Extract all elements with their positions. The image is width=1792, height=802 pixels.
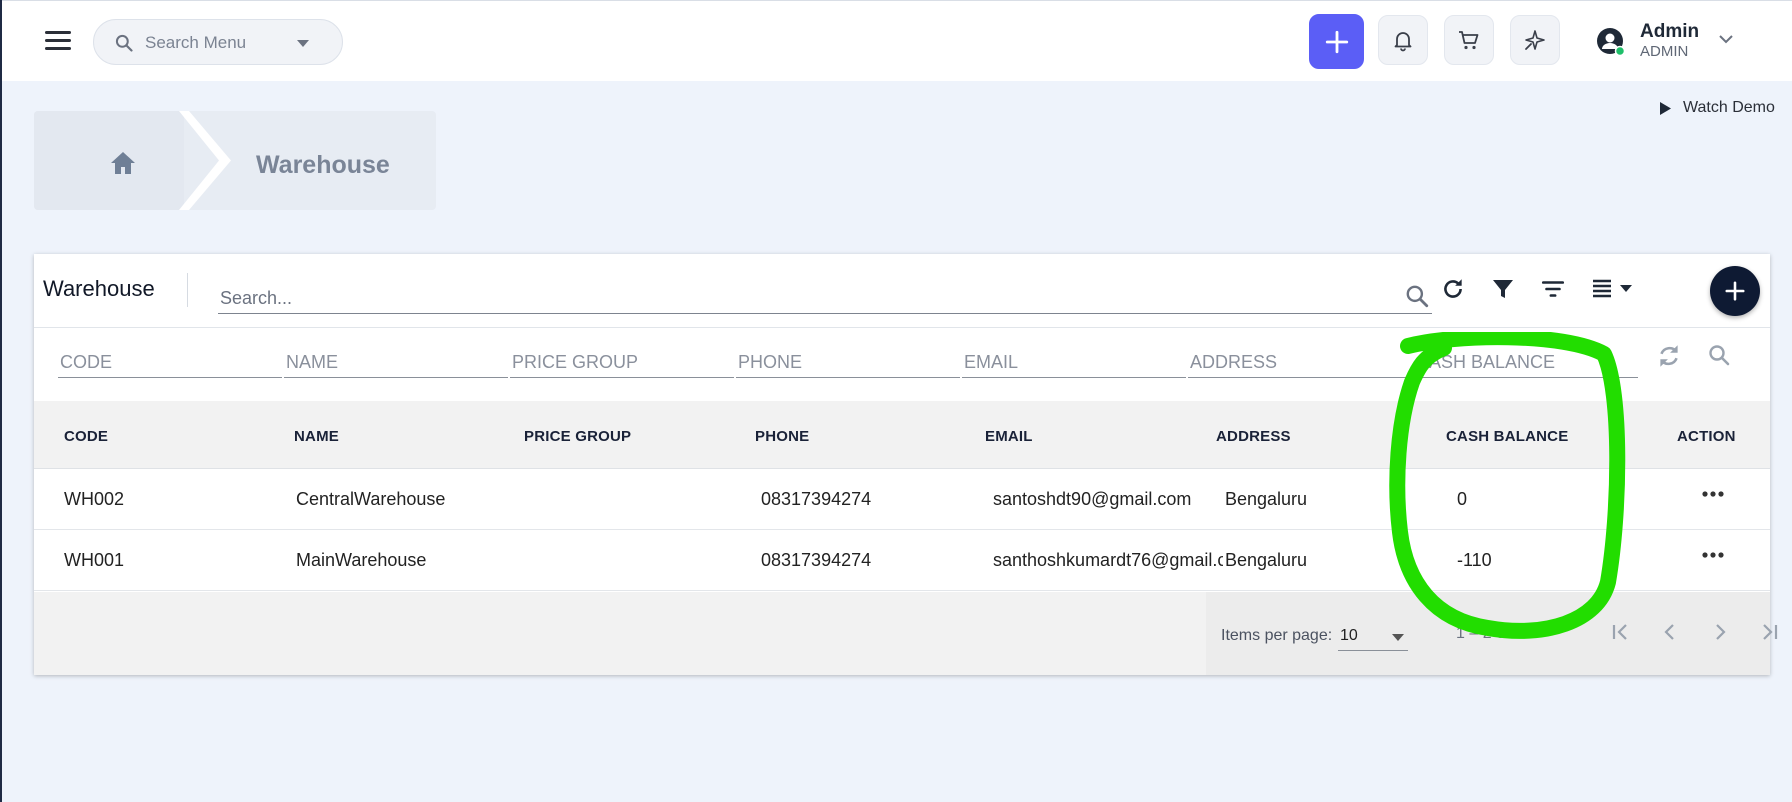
chevron-down-icon [297,40,309,47]
play-icon [1660,101,1671,115]
more-actions-icon[interactable] [1702,552,1724,558]
filter-label: ADDRESS [1190,352,1278,372]
table-row[interactable]: WH001 MainWarehouse 08317394274 santhosh… [34,530,1770,591]
card-title: Warehouse [43,276,155,301]
cell-phone: 08317394274 [761,550,872,570]
column-header-action: ACTION [1677,428,1736,445]
filter-cash-balance-input[interactable]: CASH BALANCE [1414,342,1638,378]
search-menu-placeholder: Search Menu [145,33,247,52]
quick-add-button[interactable] [1309,14,1364,69]
ai-sparkle-button[interactable] [1510,15,1560,65]
column-header-price-group[interactable]: PRICE GROUP [524,428,631,445]
column-header-name[interactable]: NAME [294,428,339,445]
filter-icon[interactable] [1491,276,1515,302]
user-avatar-icon [1597,28,1626,57]
table-search-input[interactable]: Search... [218,280,1432,314]
search-icon[interactable] [1404,283,1430,309]
first-page-icon[interactable] [1608,620,1632,644]
filter-price-group-input[interactable]: PRICE GROUP [510,342,734,378]
more-actions-icon[interactable] [1702,491,1724,497]
column-header-phone[interactable]: PHONE [755,428,809,445]
cart-icon [1459,31,1479,50]
table-row[interactable]: WH002 CentralWarehouse 08317394274 santo… [34,469,1770,530]
user-menu[interactable]: Admin ADMIN [1596,19,1776,67]
cell-email: santoshdt90@gmail.com [993,489,1192,509]
warehouse-table-card: Warehouse Search... CODE NAME PRICE GROU… [34,254,1778,675]
table-search-placeholder: Search... [220,288,293,308]
items-per-page-select[interactable]: 10 [1338,621,1408,651]
plus-icon [1325,30,1348,53]
filter-label: CASH BALANCE [1416,352,1556,372]
last-page-icon[interactable] [1758,620,1782,644]
sort-filter-icon[interactable] [1540,276,1566,302]
next-page-icon[interactable] [1708,620,1732,644]
paginator: Items per page: 10 1 – 2 of 2 [1206,592,1778,675]
cell-code: WH002 [64,489,125,509]
plus-icon [1725,281,1745,301]
top-bar: Search Menu Admin ADMIN [2,0,1792,81]
refresh-icon[interactable] [1440,276,1466,302]
breadcrumb: Warehouse [34,111,436,210]
sparkle-icon [1525,30,1545,50]
items-per-page-value: 10 [1340,627,1358,644]
table-header: CODE NAME PRICE GROUP PHONE EMAIL ADDRES… [34,401,1770,469]
user-role: ADMIN [1640,43,1689,60]
search-icon [115,34,133,52]
watch-demo-label: Watch Demo [1683,99,1775,116]
table-footer: Items per page: 10 1 – 2 of 2 [34,592,1778,675]
chevron-down-icon [1620,284,1632,292]
cell-address: Bengaluru [1225,489,1308,509]
cell-cash-balance: 0 [1457,489,1468,509]
user-name: Admin [1640,21,1700,42]
filter-label: NAME [286,352,339,372]
filter-name-input[interactable]: NAME [284,342,508,378]
watch-demo-link[interactable]: Watch Demo [1660,99,1775,117]
filter-label: EMAIL [964,352,1019,372]
page-range-label: 1 – 2 of 2 [1456,625,1523,642]
apply-filters-search-icon[interactable] [1707,343,1731,367]
cell-name: CentralWarehouse [296,489,446,509]
filter-label: PHONE [738,352,803,372]
chevron-down-icon [1719,35,1733,44]
notifications-button[interactable] [1378,15,1428,65]
divider [187,273,188,307]
list-icon [1593,279,1611,298]
breadcrumb-title: Warehouse [256,151,390,179]
cell-cash-balance: -110 [1457,550,1492,570]
cell-email: santhoshkumardt76@gmail.com [993,550,1223,570]
previous-page-icon[interactable] [1658,620,1682,644]
columns-menu-button[interactable] [1590,276,1632,300]
home-icon[interactable] [110,151,136,175]
column-header-code[interactable]: CODE [64,428,108,445]
cart-button[interactable] [1444,15,1494,65]
menu-icon[interactable] [45,31,71,51]
breadcrumb-home[interactable] [34,111,184,210]
filter-address-input[interactable]: ADDRESS [1188,342,1412,378]
column-header-cash-balance[interactable]: CASH BALANCE [1446,428,1568,445]
column-header-email[interactable]: EMAIL [985,428,1033,445]
reset-filters-icon[interactable] [1656,342,1682,370]
cell-address: Bengaluru [1225,550,1308,570]
filter-phone-input[interactable]: PHONE [736,342,960,378]
filter-label: PRICE GROUP [512,352,639,372]
filter-email-input[interactable]: EMAIL [962,342,1186,378]
divider [34,327,1770,328]
breadcrumb-separator [179,111,231,210]
filter-label: CODE [60,352,113,372]
cell-code: WH001 [64,550,125,570]
search-menu-input[interactable]: Search Menu [93,19,343,65]
column-header-address[interactable]: ADDRESS [1216,428,1291,445]
bell-icon [1394,32,1412,52]
filter-code-input[interactable]: CODE [58,342,282,378]
cell-name: MainWarehouse [296,550,427,570]
add-warehouse-button[interactable] [1710,266,1760,316]
cell-phone: 08317394274 [761,489,872,509]
chevron-down-icon [1392,634,1404,641]
items-per-page-label: Items per page: [1221,627,1333,644]
